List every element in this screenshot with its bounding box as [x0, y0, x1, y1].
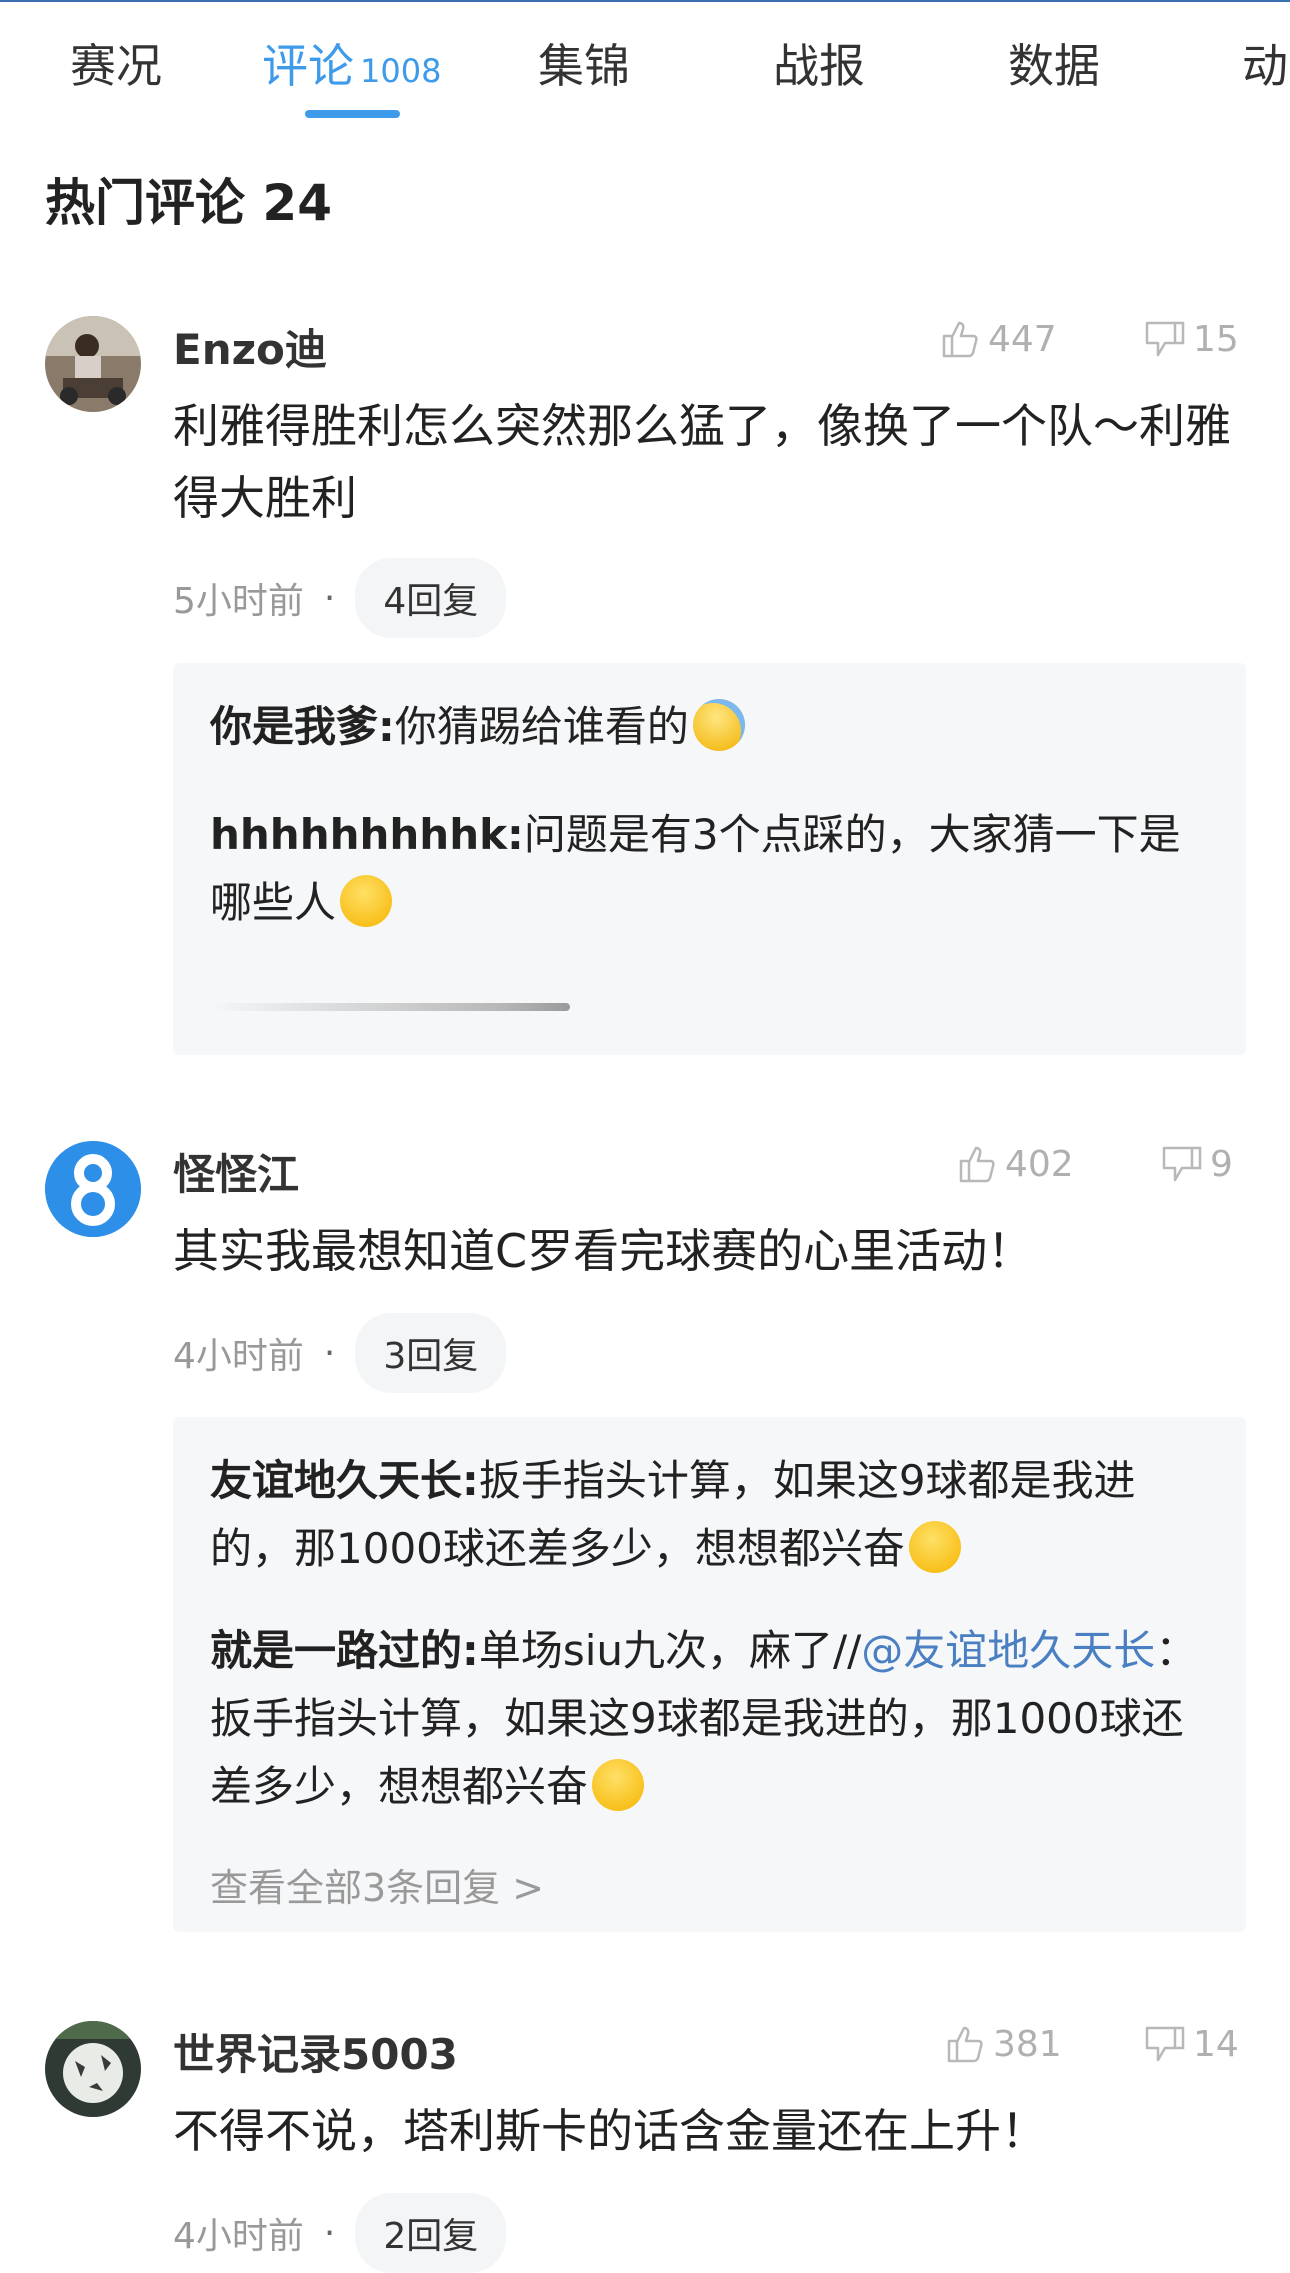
reply-box: 友谊地久天长:扳手指头计算，如果这9球都是我进的，那1000球还差多少，想想都兴…: [173, 1417, 1246, 1932]
thumbs-down-icon: [1145, 2026, 1185, 2062]
avatar[interactable]: [45, 316, 141, 412]
comment-count: 1008: [360, 52, 442, 90]
reply-separator: :: [378, 702, 395, 751]
comment-text: 不得不说，塔利斯卡的话含金量还在上升！: [173, 2104, 1047, 2158]
comment-meta: 4小时前 · 3回复: [173, 1313, 507, 1393]
tab-report[interactable]: 战报: [773, 30, 865, 96]
like-button[interactable]: 402: [955, 1141, 1074, 1187]
loading-indicator: [210, 1003, 570, 1011]
like-button[interactable]: 447: [938, 316, 1057, 362]
view-all-replies-link[interactable]: 查看全部3条回复 >: [210, 1857, 544, 1912]
smile-emoji-icon: [908, 1521, 961, 1573]
dislike-count: 14: [1193, 2023, 1239, 2065]
comment-time: 4小时前: [173, 1336, 304, 1377]
separator-dot: ·: [323, 577, 336, 619]
reply-user: hhhhhhhhhk: [210, 810, 508, 859]
avatar[interactable]: [45, 1141, 141, 1237]
comment-meta: 4小时前 · 2回复: [173, 2193, 507, 2273]
tab-data[interactable]: 数据: [1008, 30, 1100, 96]
like-count: 381: [993, 2023, 1062, 2065]
hot-comments-title: 热门评论 24: [45, 174, 332, 232]
reply-user: 你是我爹: [210, 702, 379, 751]
dislike-button[interactable]: 14: [1143, 2021, 1239, 2067]
reply-box: 你是我爹:你猜踢给谁看的 hhhhhhhhhk:问题是有3个点踩的，大家猜一下是…: [173, 663, 1246, 1055]
like-button[interactable]: 381: [943, 2021, 1062, 2067]
reply-item[interactable]: 就是一路过的:单场siu九次，麻了//@友谊地久天长：扳手指头计算，如果这9球都…: [210, 1617, 1210, 1821]
reply-text: 你猜踢给谁看的: [394, 702, 689, 751]
reply-separator: :: [462, 1626, 479, 1675]
mention-link[interactable]: @友谊地久天长: [861, 1626, 1155, 1675]
tab-bar: 赛况 评论 1008 集锦 战报 数据 动: [0, 0, 1290, 120]
tab-highlights[interactable]: 集锦: [538, 30, 630, 96]
dislike-count: 9: [1210, 1143, 1233, 1185]
reply-text: 单场siu九次，麻了//: [478, 1626, 862, 1675]
reply-separator: :: [462, 1456, 479, 1505]
tab-dynamics[interactable]: 动: [1242, 30, 1288, 96]
reply-count-button[interactable]: 2回复: [355, 2193, 507, 2273]
reply-count-button[interactable]: 4回复: [355, 558, 507, 638]
reply-item[interactable]: 你是我爹:你猜踢给谁看的: [210, 693, 1210, 761]
reply-count-button[interactable]: 3回复: [355, 1313, 507, 1393]
thumbs-down-icon: [1145, 321, 1185, 357]
tab-game-status[interactable]: 赛况: [70, 30, 162, 96]
reply-item[interactable]: 友谊地久天长:扳手指头计算，如果这9球都是我进的，那1000球还差多少，想想都兴…: [210, 1447, 1210, 1583]
separator-dot: ·: [323, 2212, 336, 2254]
thumbs-up-icon: [959, 1146, 995, 1183]
thumbs-down-icon: [1162, 1146, 1202, 1182]
like-count: 447: [988, 318, 1057, 360]
comment-time: 4小时前: [173, 2216, 304, 2257]
smirk-emoji-icon: [340, 875, 393, 927]
smile-emoji-icon: [592, 1759, 645, 1811]
dislike-button[interactable]: 9: [1160, 1141, 1233, 1187]
reply-separator: :: [507, 810, 524, 859]
reply-item[interactable]: hhhhhhhhhk:问题是有3个点踩的，大家猜一下是哪些人: [210, 801, 1210, 937]
username[interactable]: 怪怪江: [173, 1141, 299, 1202]
dislike-button[interactable]: 15: [1143, 316, 1239, 362]
comment-text: 其实我最想知道C罗看完球赛的心里活动！: [173, 1224, 1034, 1278]
avatar[interactable]: [45, 2021, 141, 2117]
reply-user: 就是一路过的: [210, 1626, 463, 1675]
thumbs-up-icon: [947, 2026, 983, 2063]
dislike-count: 15: [1193, 318, 1239, 360]
thumbs-up-icon: [942, 321, 978, 358]
reply-user: 友谊地久天长: [210, 1456, 463, 1505]
comment-meta: 5小时前 · 4回复: [173, 558, 507, 638]
comment-text: 利雅得胜利怎么突然那么猛了，像换了一个队～利雅得大胜利: [173, 399, 1231, 525]
sweat-smile-emoji-icon: [692, 699, 745, 751]
active-tab-indicator: [305, 110, 400, 118]
separator-dot: ·: [323, 1332, 336, 1374]
username[interactable]: Enzo迪: [173, 316, 327, 377]
username[interactable]: 世界记录5003: [173, 2021, 458, 2082]
tab-comments[interactable]: 评论 1008: [262, 30, 441, 96]
comment-time: 5小时前: [173, 581, 304, 622]
like-count: 402: [1005, 1143, 1074, 1185]
